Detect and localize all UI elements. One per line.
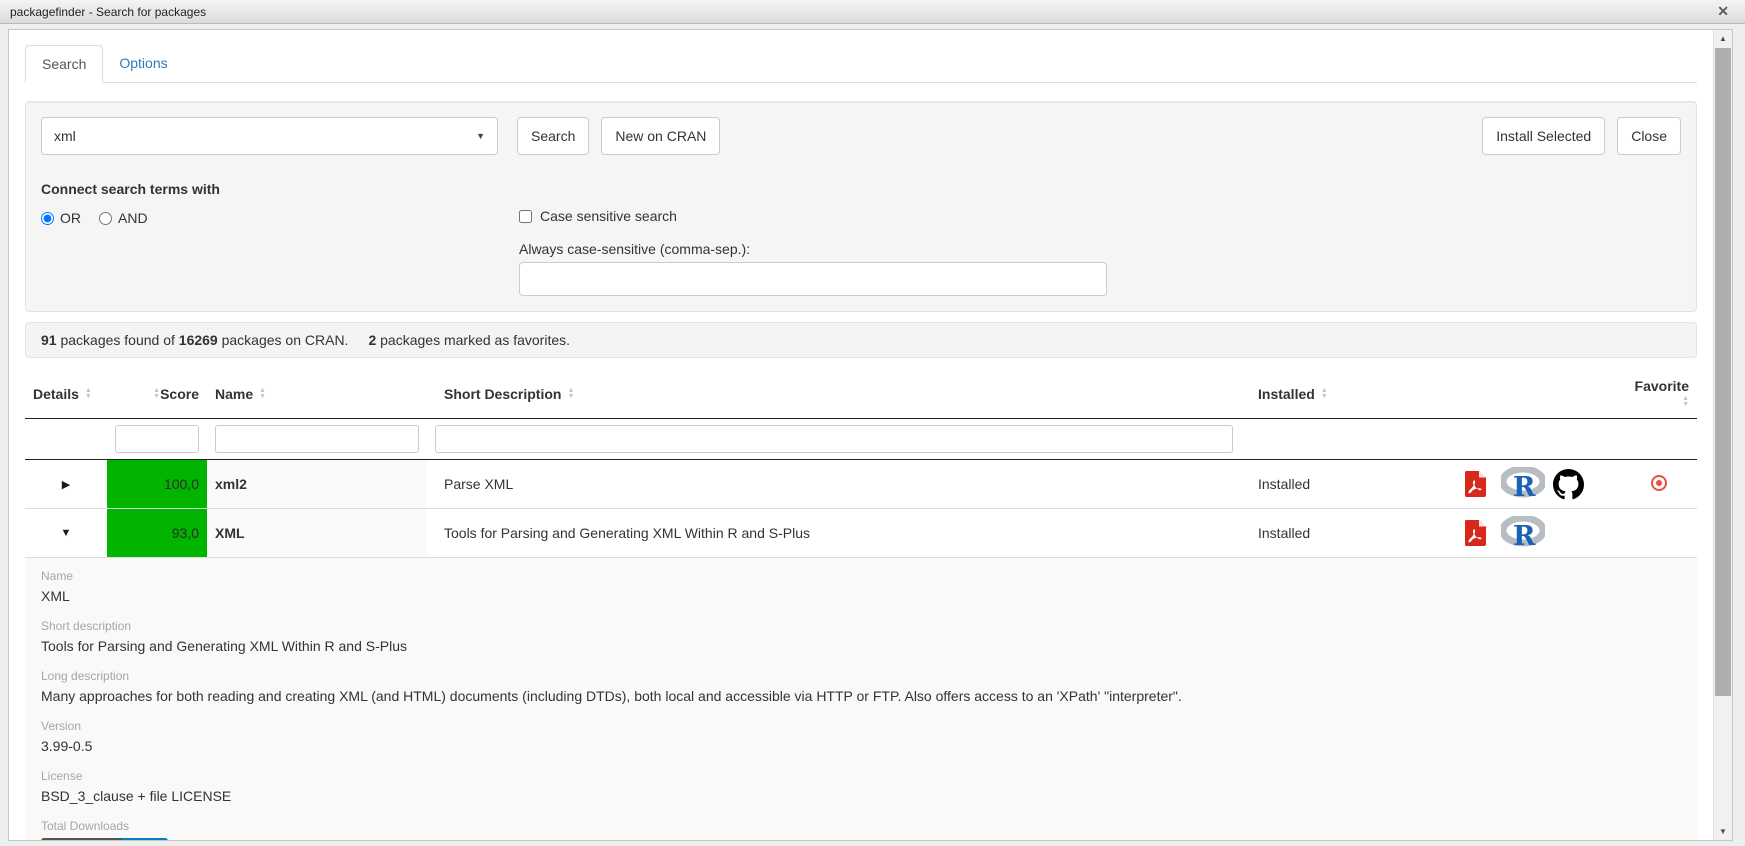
header-row: Details Score Name Short Description Ins	[25, 370, 1697, 419]
detail-value: BSD_3_clause + file LICENSE	[41, 786, 1681, 806]
connect-terms-label: Connect search terms with	[41, 181, 519, 197]
package-short-description: Tools for Parsing and Generating XML Wit…	[427, 509, 1241, 558]
found-count: 91	[41, 332, 57, 348]
radio-or[interactable]	[41, 212, 54, 225]
scroll-down-icon[interactable]: ▼	[1714, 823, 1732, 840]
package-name: XML	[207, 509, 427, 558]
github-icon[interactable]	[1553, 469, 1584, 500]
expand-row-button[interactable]: ▶	[25, 460, 107, 509]
favorites-count: 2	[368, 332, 376, 348]
column-header-score[interactable]: Score	[107, 370, 207, 419]
results-table: Details Score Name Short Description Ins	[25, 370, 1697, 840]
sort-icon	[1682, 396, 1689, 408]
detail-label: Short description	[41, 618, 1681, 634]
column-header-details[interactable]: Details	[25, 370, 107, 419]
detail-value: Many approaches for both reading and cre…	[41, 686, 1681, 706]
search-term-combobox[interactable]: xml ▼	[41, 117, 498, 155]
scrollbar-thumb[interactable]	[1715, 48, 1731, 696]
collapse-row-button[interactable]: ▼	[25, 509, 107, 558]
detail-label: Total Downloads	[41, 818, 1681, 834]
column-header-installed[interactable]: Installed	[1241, 370, 1457, 419]
window-title: packagefinder - Search for packages	[10, 5, 206, 19]
always-case-input[interactable]	[519, 262, 1107, 296]
detail-value: Tools for Parsing and Generating XML Wit…	[41, 636, 1681, 656]
downloads-badge[interactable]: downloads 9.3M	[41, 838, 168, 840]
sort-icon	[259, 388, 266, 400]
score-badge: 93,0	[107, 509, 207, 557]
table-row: ▼ 93,0 XML Tools for Parsing and Generat…	[25, 509, 1697, 558]
title-bar: packagefinder - Search for packages ✕	[0, 0, 1745, 24]
radio-and[interactable]	[99, 212, 112, 225]
search-term-value: xml	[54, 128, 76, 144]
column-header-links	[1457, 370, 1621, 419]
new-on-cran-button[interactable]: New on CRAN	[601, 117, 720, 155]
pdf-manual-icon[interactable]	[1465, 520, 1486, 546]
radio-or-label[interactable]: OR	[60, 210, 81, 226]
scroll-up-icon[interactable]: ▲	[1714, 30, 1732, 47]
app-window: packagefinder - Search for packages ✕ Se…	[0, 0, 1745, 846]
install-selected-button[interactable]: Install Selected	[1482, 117, 1605, 155]
detail-label: Name	[41, 568, 1681, 584]
short-description-filter-input[interactable]	[435, 425, 1233, 453]
case-sensitive-checkbox[interactable]	[519, 210, 532, 223]
close-button[interactable]: Close	[1617, 117, 1681, 155]
sort-icon	[567, 388, 574, 400]
svg-text:R: R	[1513, 521, 1536, 550]
detail-label: Version	[41, 718, 1681, 734]
tab-bar: Search Options	[25, 45, 1697, 83]
pdf-manual-icon[interactable]	[1465, 471, 1486, 497]
case-sensitive-label[interactable]: Case sensitive search	[540, 208, 677, 224]
column-header-short-description[interactable]: Short Description	[427, 370, 1241, 419]
vertical-scrollbar[interactable]: ▲ ▼	[1713, 30, 1732, 840]
sort-icon	[85, 388, 92, 400]
detail-label: License	[41, 768, 1681, 784]
radio-and-label[interactable]: AND	[118, 210, 148, 226]
r-project-icon[interactable]: R	[1501, 467, 1545, 501]
favorite-indicator[interactable]	[1651, 475, 1667, 491]
tab-options[interactable]: Options	[103, 45, 183, 83]
status-bar: 91 packages found of 16269 packages on C…	[25, 322, 1697, 358]
detail-label: Long description	[41, 668, 1681, 684]
search-panel: xml ▼ Search New on CRAN Install Selecte…	[25, 101, 1697, 312]
close-icon[interactable]: ✕	[1717, 3, 1729, 20]
detail-value: XML	[41, 586, 1681, 606]
package-short-description: Parse XML	[427, 460, 1241, 509]
total-count: 16269	[179, 332, 218, 348]
filter-row	[25, 419, 1697, 460]
score-filter-input[interactable]	[115, 425, 199, 453]
package-detail-row: Name XML Short description Tools for Par…	[25, 558, 1697, 840]
detail-value: 3.99-0.5	[41, 736, 1681, 756]
name-filter-input[interactable]	[215, 425, 419, 453]
search-button[interactable]: Search	[517, 117, 589, 155]
package-name: xml2	[207, 460, 427, 509]
sort-icon	[1321, 388, 1328, 400]
column-header-favorite[interactable]: Favorite	[1621, 370, 1697, 419]
score-badge: 100,0	[107, 460, 207, 508]
content-viewport: Search Options xml ▼ Search New on CRAN …	[8, 29, 1733, 841]
column-header-name[interactable]: Name	[207, 370, 427, 419]
table-row: ▶ 100,0 xml2 Parse XML Installed	[25, 460, 1697, 509]
chevron-down-icon: ▼	[476, 131, 485, 141]
installed-status: Installed	[1241, 509, 1457, 558]
svg-text:R: R	[1513, 472, 1536, 501]
case-sensitivity-group: Case sensitive search Always case-sensit…	[519, 181, 1681, 296]
r-project-icon[interactable]: R	[1501, 516, 1545, 550]
tab-search[interactable]: Search	[25, 45, 103, 83]
always-case-label: Always case-sensitive (comma-sep.):	[519, 241, 1681, 257]
connect-terms-group: Connect search terms with OR AND	[41, 181, 519, 296]
page: Search Options xml ▼ Search New on CRAN …	[9, 30, 1713, 840]
installed-status: Installed	[1241, 460, 1457, 509]
